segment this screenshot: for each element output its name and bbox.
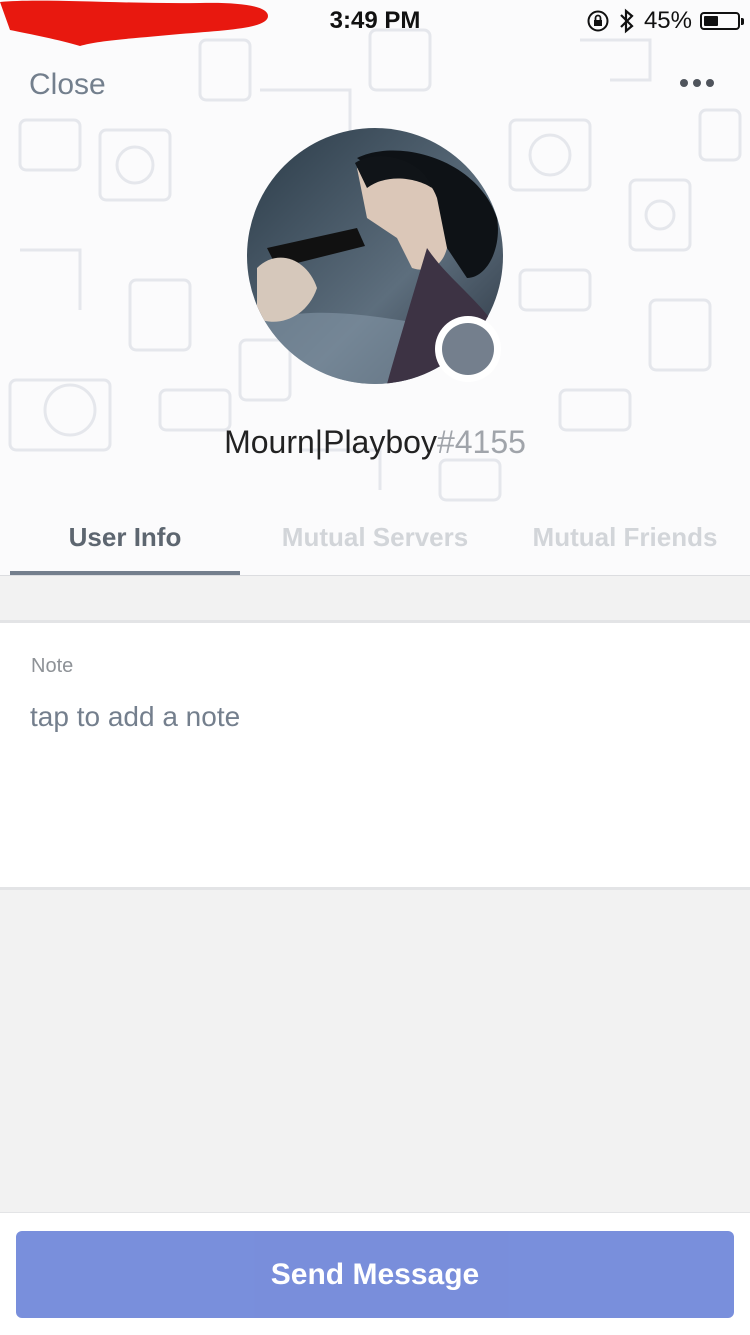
profile-tabs: User Info Mutual Servers Mutual Friends: [0, 505, 750, 575]
status-icons: 45%: [586, 6, 744, 36]
battery-percent: 45%: [643, 7, 692, 34]
battery-level: [704, 16, 718, 26]
tab-user-info[interactable]: User Info: [10, 505, 240, 571]
note-label: Note: [31, 655, 74, 677]
more-options-icon[interactable]: [680, 73, 714, 93]
avatar[interactable]: [247, 128, 503, 384]
send-message-button[interactable]: Send Message: [16, 1231, 734, 1318]
bluetooth-icon: [620, 8, 634, 34]
tab-mutual-servers[interactable]: Mutual Servers: [250, 505, 500, 571]
note-input[interactable]: tap to add a note: [30, 701, 710, 733]
tabs-divider: [0, 575, 750, 576]
username-display: Mourn|Playboy#4155: [0, 424, 750, 461]
orientation-lock-icon: [587, 10, 609, 32]
tab-mutual-friends[interactable]: Mutual Friends: [500, 505, 750, 571]
discriminator: #4155: [436, 424, 526, 460]
status-bar: 3:49 PM 45%: [0, 0, 750, 46]
close-button[interactable]: Close: [29, 68, 106, 102]
battery-icon: [700, 12, 744, 30]
profile-header: 3:49 PM 45% Close Mourn|Playboy#4155 Use…: [0, 0, 750, 576]
status-indicator: [435, 316, 501, 382]
username: Mourn|Playboy: [224, 424, 437, 460]
note-section: Note tap to add a note: [0, 620, 750, 890]
footer: Send Message: [0, 1212, 750, 1335]
